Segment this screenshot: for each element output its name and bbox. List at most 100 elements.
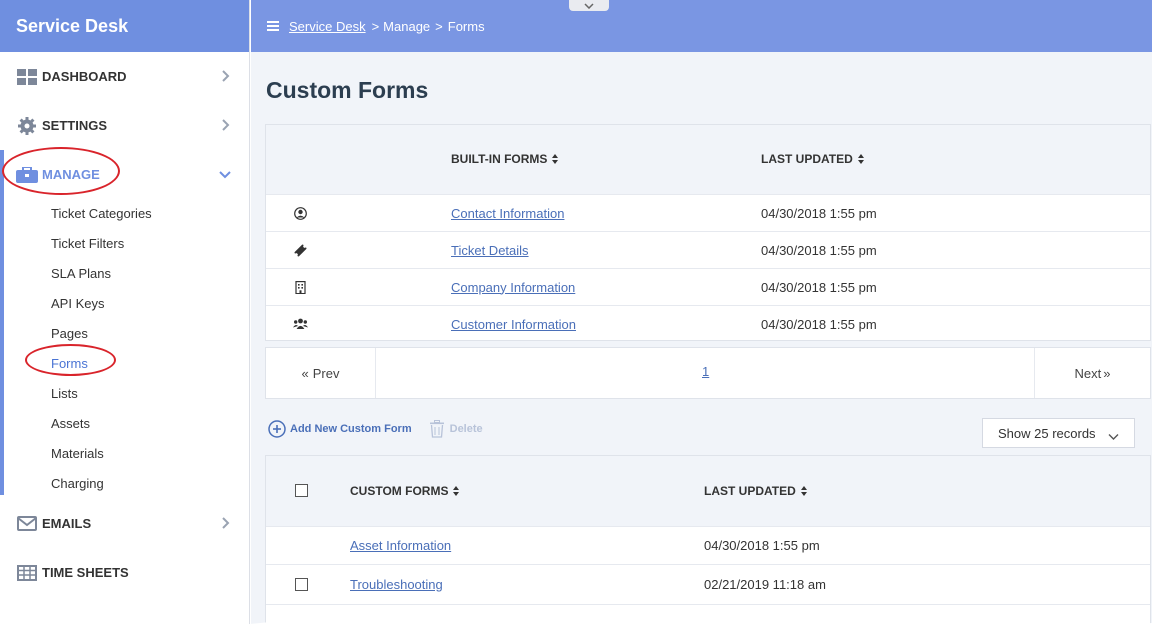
- sidebar-sub-ticket-filters[interactable]: Ticket Filters: [0, 229, 249, 259]
- last-updated-cell: 04/30/2018 1:55 pm: [761, 279, 877, 295]
- records-per-page-value: Show 25 records: [998, 425, 1096, 441]
- prev-label: Prev: [312, 365, 340, 381]
- sidebar-item-label: DASHBOARD: [42, 69, 127, 84]
- manage-section: MANAGE Ticket Categories Ticket Filters …: [0, 150, 249, 499]
- add-custom-form-button[interactable]: Add New Custom Form: [268, 420, 412, 438]
- column-header-last-updated[interactable]: LAST UPDATED: [761, 152, 865, 166]
- breadcrumb-bar: Service Desk > Manage > Forms: [251, 0, 1152, 52]
- form-link[interactable]: Asset Information: [350, 538, 451, 553]
- sort-icon: [453, 486, 460, 496]
- sidebar-item-label: SETTINGS: [42, 118, 108, 133]
- gear-icon: [16, 116, 38, 135]
- next-label: Next: [1074, 365, 1102, 381]
- column-header-builtin-forms[interactable]: BUILT-IN FORMS: [451, 152, 559, 166]
- row-checkbox[interactable]: [295, 578, 308, 591]
- sidebar-sub-materials[interactable]: Materials: [0, 439, 249, 469]
- sidebar-sub-sla-plans[interactable]: SLA Plans: [0, 259, 249, 289]
- last-updated-cell: 04/30/2018 1:55 pm: [704, 538, 820, 553]
- last-updated-cell: 04/30/2018 1:55 pm: [761, 205, 877, 221]
- hamburger-menu-icon[interactable]: [267, 21, 279, 31]
- sidebar-item-label: TIME SHEETS: [42, 565, 129, 580]
- sidebar-sub-assets[interactable]: Assets: [0, 409, 249, 439]
- sidebar-item-label: MANAGE: [42, 167, 100, 182]
- sidebar-item-emails[interactable]: EMAILS: [0, 499, 249, 548]
- breadcrumb-service-desk[interactable]: Service Desk: [289, 19, 366, 34]
- sidebar-sub-charging[interactable]: Charging: [0, 469, 249, 499]
- users-icon: [293, 306, 308, 342]
- breadcrumb-separator: >: [371, 18, 380, 34]
- table-row: Customer Information 04/30/2018 1:55 pm: [266, 305, 1150, 342]
- column-header-last-updated[interactable]: LAST UPDATED: [704, 484, 808, 498]
- delete-button-label: Delete: [449, 423, 483, 435]
- app-title[interactable]: Service Desk: [0, 0, 249, 52]
- form-link[interactable]: Customer Information: [451, 317, 576, 332]
- builtin-forms-table: BUILT-IN FORMS LAST UPDATED Contact Info…: [265, 124, 1151, 341]
- plus-circle-icon: [268, 420, 286, 438]
- building-icon: [295, 269, 306, 305]
- sidebar-sub-forms[interactable]: Forms: [0, 349, 249, 379]
- table-header: CUSTOM FORMS LAST UPDATED: [266, 456, 1150, 526]
- sidebar-item-label: EMAILS: [42, 516, 92, 531]
- table-row: Asset Information 04/30/2018 1:55 pm: [266, 526, 1150, 564]
- main-content: Custom Forms BUILT-IN FORMS LAST UPDATED…: [251, 52, 1152, 635]
- last-updated-cell: 04/30/2018 1:55 pm: [761, 242, 877, 258]
- column-header-label: LAST UPDATED: [704, 484, 796, 498]
- sidebar-sub-pages[interactable]: Pages: [0, 319, 249, 349]
- select-all-checkbox[interactable]: [295, 484, 308, 497]
- last-updated-cell: 02/21/2019 11:18 am: [704, 577, 826, 592]
- breadcrumb-forms: Forms: [447, 18, 485, 34]
- column-header-label: BUILT-IN FORMS: [451, 152, 548, 166]
- chevron-right-icon: [217, 117, 233, 133]
- add-button-label: Add New Custom Form: [290, 423, 412, 435]
- briefcase-icon: [16, 166, 38, 184]
- envelope-icon: [16, 515, 38, 533]
- column-header-label: CUSTOM FORMS: [350, 484, 449, 498]
- sidebar-item-dashboard[interactable]: DASHBOARD: [0, 52, 249, 101]
- form-link[interactable]: Troubleshooting: [350, 577, 443, 592]
- table-actions: Add New Custom Form Delete: [268, 420, 483, 438]
- sidebar-sub-ticket-categories[interactable]: Ticket Categories: [0, 199, 249, 229]
- prev-page-button[interactable]: «Prev: [266, 348, 376, 398]
- form-link[interactable]: Contact Information: [451, 206, 564, 221]
- pagination: «Prev 1 Next»: [265, 347, 1151, 399]
- sort-icon: [552, 154, 559, 164]
- next-page-button[interactable]: Next»: [1034, 348, 1150, 398]
- sort-icon: [857, 154, 865, 164]
- chevron-right-icon: [217, 68, 233, 84]
- page-title: Custom Forms: [266, 77, 429, 103]
- sidebar-item-manage[interactable]: MANAGE: [0, 150, 249, 199]
- chevron-right-icon: [217, 515, 233, 531]
- sidebar: Service Desk DASHBOARD SETTINGS MANAGE T…: [0, 0, 250, 635]
- table-header: BUILT-IN FORMS LAST UPDATED: [266, 125, 1150, 194]
- ticket-icon: [294, 232, 307, 268]
- delete-button[interactable]: Delete: [429, 420, 483, 438]
- chevron-down-icon: [217, 166, 233, 182]
- sidebar-item-time-sheets[interactable]: TIME SHEETS: [0, 548, 249, 597]
- last-updated-cell: 04/30/2018 1:55 pm: [761, 316, 877, 332]
- column-header-custom-forms[interactable]: CUSTOM FORMS: [350, 484, 460, 498]
- user-circle-icon: [294, 195, 307, 231]
- table-icon: [16, 564, 38, 582]
- chevron-down-icon: [1108, 429, 1119, 444]
- table-row: Company Information 04/30/2018 1:55 pm: [266, 268, 1150, 305]
- sidebar-sub-lists[interactable]: Lists: [0, 379, 249, 409]
- records-per-page-select[interactable]: Show 25 records: [982, 418, 1135, 448]
- trash-icon: [429, 420, 444, 438]
- form-link[interactable]: Company Information: [451, 280, 575, 295]
- torn-edge-decoration: [0, 621, 1152, 635]
- double-chevron-right-icon: »: [1103, 365, 1111, 381]
- custom-forms-table: CUSTOM FORMS LAST UPDATED Asset Informat…: [265, 455, 1151, 635]
- breadcrumb-separator: >: [435, 18, 443, 34]
- page-number-link[interactable]: 1: [702, 364, 709, 379]
- sidebar-item-settings[interactable]: SETTINGS: [0, 101, 249, 150]
- table-row: Troubleshooting 02/21/2019 11:18 am: [266, 564, 1150, 604]
- chevron-down-icon: [584, 2, 594, 9]
- collapse-header-toggle[interactable]: [569, 0, 609, 11]
- breadcrumb-manage: Manage: [383, 18, 431, 34]
- table-row: Ticket Details 04/30/2018 1:55 pm: [266, 231, 1150, 268]
- double-chevron-left-icon: «: [301, 365, 309, 381]
- column-header-label: LAST UPDATED: [761, 152, 853, 166]
- sidebar-sub-api-keys[interactable]: API Keys: [0, 289, 249, 319]
- form-link[interactable]: Ticket Details: [451, 243, 529, 258]
- dashboard-icon: [16, 68, 38, 86]
